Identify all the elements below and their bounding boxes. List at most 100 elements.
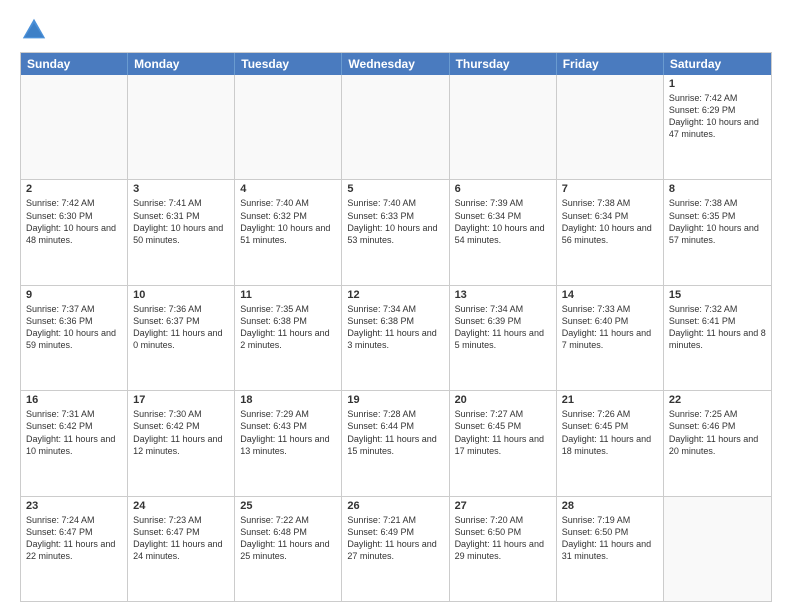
cell-info: Sunrise: 7:42 AM Sunset: 6:29 PM Dayligh… <box>669 92 766 141</box>
cal-cell: 2 Sunrise: 7:42 AM Sunset: 6:30 PM Daylig… <box>21 180 128 284</box>
cal-cell <box>450 75 557 179</box>
cal-cell: 15 Sunrise: 7:32 AM Sunset: 6:41 PM Dayli… <box>664 286 771 390</box>
cell-info: Sunrise: 7:28 AM Sunset: 6:44 PM Dayligh… <box>347 408 443 457</box>
header-day-sunday: Sunday <box>21 53 128 75</box>
cell-info: Sunrise: 7:35 AM Sunset: 6:38 PM Dayligh… <box>240 303 336 352</box>
cell-info: Sunrise: 7:38 AM Sunset: 6:34 PM Dayligh… <box>562 197 658 246</box>
cal-cell: 10Sunrise: 7:36 AM Sunset: 6:37 PM Dayli… <box>128 286 235 390</box>
cell-info: Sunrise: 7:25 AM Sunset: 6:46 PM Dayligh… <box>669 408 766 457</box>
cell-info: Sunrise: 7:41 AM Sunset: 6:31 PM Dayligh… <box>133 197 229 246</box>
cal-cell: 26 Sunrise: 7:21 AM Sunset: 6:49 PM Dayli… <box>342 497 449 601</box>
day-number: 12 <box>347 289 443 301</box>
day-number: 5 <box>347 183 443 195</box>
day-number: 6 <box>455 183 551 195</box>
cal-cell <box>235 75 342 179</box>
day-number: 7 <box>562 183 658 195</box>
calendar-header: SundayMondayTuesdayWednesdayThursdayFrid… <box>21 53 771 75</box>
cal-cell: 16Sunrise: 7:31 AM Sunset: 6:42 PM Dayli… <box>21 391 128 495</box>
day-number: 24 <box>133 500 229 512</box>
cal-cell: 27 Sunrise: 7:20 AM Sunset: 6:50 PM Dayli… <box>450 497 557 601</box>
day-number: 9 <box>26 289 122 301</box>
logo-icon <box>20 16 48 44</box>
week-row-4: 23 Sunrise: 7:24 AM Sunset: 6:47 PM Dayli… <box>21 496 771 601</box>
day-number: 18 <box>240 394 336 406</box>
cal-cell: 20Sunrise: 7:27 AM Sunset: 6:45 PM Dayli… <box>450 391 557 495</box>
cell-info: Sunrise: 7:24 AM Sunset: 6:47 PM Dayligh… <box>26 514 122 563</box>
cal-cell: 7 Sunrise: 7:38 AM Sunset: 6:34 PM Daylig… <box>557 180 664 284</box>
cell-info: Sunrise: 7:27 AM Sunset: 6:45 PM Dayligh… <box>455 408 551 457</box>
cal-cell: 25 Sunrise: 7:22 AM Sunset: 6:48 PM Dayli… <box>235 497 342 601</box>
cal-cell: 13 Sunrise: 7:34 AM Sunset: 6:39 PM Dayli… <box>450 286 557 390</box>
day-number: 17 <box>133 394 229 406</box>
day-number: 1 <box>669 78 766 90</box>
cal-cell: 24Sunrise: 7:23 AM Sunset: 6:47 PM Dayli… <box>128 497 235 601</box>
cell-info: Sunrise: 7:42 AM Sunset: 6:30 PM Dayligh… <box>26 197 122 246</box>
day-number: 11 <box>240 289 336 301</box>
cal-cell: 28 Sunrise: 7:19 AM Sunset: 6:50 PM Dayli… <box>557 497 664 601</box>
day-number: 26 <box>347 500 443 512</box>
cal-cell: 4 Sunrise: 7:40 AM Sunset: 6:32 PM Daylig… <box>235 180 342 284</box>
header-day-monday: Monday <box>128 53 235 75</box>
header <box>20 16 772 44</box>
cell-info: Sunrise: 7:39 AM Sunset: 6:34 PM Dayligh… <box>455 197 551 246</box>
week-row-0: 1 Sunrise: 7:42 AM Sunset: 6:29 PM Daylig… <box>21 75 771 179</box>
cal-cell: 8 Sunrise: 7:38 AM Sunset: 6:35 PM Daylig… <box>664 180 771 284</box>
week-row-3: 16Sunrise: 7:31 AM Sunset: 6:42 PM Dayli… <box>21 390 771 495</box>
cell-info: Sunrise: 7:31 AM Sunset: 6:42 PM Dayligh… <box>26 408 122 457</box>
cal-cell: 14 Sunrise: 7:33 AM Sunset: 6:40 PM Dayli… <box>557 286 664 390</box>
cal-cell <box>664 497 771 601</box>
cell-info: Sunrise: 7:22 AM Sunset: 6:48 PM Dayligh… <box>240 514 336 563</box>
cell-info: Sunrise: 7:34 AM Sunset: 6:39 PM Dayligh… <box>455 303 551 352</box>
header-day-tuesday: Tuesday <box>235 53 342 75</box>
cal-cell: 3 Sunrise: 7:41 AM Sunset: 6:31 PM Daylig… <box>128 180 235 284</box>
day-number: 23 <box>26 500 122 512</box>
day-number: 2 <box>26 183 122 195</box>
cell-info: Sunrise: 7:40 AM Sunset: 6:32 PM Dayligh… <box>240 197 336 246</box>
cell-info: Sunrise: 7:38 AM Sunset: 6:35 PM Dayligh… <box>669 197 766 246</box>
cal-cell: 12 Sunrise: 7:34 AM Sunset: 6:38 PM Dayli… <box>342 286 449 390</box>
cal-cell: 23 Sunrise: 7:24 AM Sunset: 6:47 PM Dayli… <box>21 497 128 601</box>
cal-cell: 11 Sunrise: 7:35 AM Sunset: 6:38 PM Dayli… <box>235 286 342 390</box>
cell-info: Sunrise: 7:40 AM Sunset: 6:33 PM Dayligh… <box>347 197 443 246</box>
day-number: 15 <box>669 289 766 301</box>
cal-cell: 5 Sunrise: 7:40 AM Sunset: 6:33 PM Daylig… <box>342 180 449 284</box>
day-number: 28 <box>562 500 658 512</box>
cell-info: Sunrise: 7:36 AM Sunset: 6:37 PM Dayligh… <box>133 303 229 352</box>
cal-cell: 19 Sunrise: 7:28 AM Sunset: 6:44 PM Dayli… <box>342 391 449 495</box>
day-number: 14 <box>562 289 658 301</box>
cal-cell: 17Sunrise: 7:30 AM Sunset: 6:42 PM Dayli… <box>128 391 235 495</box>
calendar-body: 1 Sunrise: 7:42 AM Sunset: 6:29 PM Daylig… <box>21 75 771 601</box>
cell-info: Sunrise: 7:19 AM Sunset: 6:50 PM Dayligh… <box>562 514 658 563</box>
cal-cell: 1 Sunrise: 7:42 AM Sunset: 6:29 PM Daylig… <box>664 75 771 179</box>
cal-cell: 9 Sunrise: 7:37 AM Sunset: 6:36 PM Daylig… <box>21 286 128 390</box>
cell-info: Sunrise: 7:20 AM Sunset: 6:50 PM Dayligh… <box>455 514 551 563</box>
cell-info: Sunrise: 7:34 AM Sunset: 6:38 PM Dayligh… <box>347 303 443 352</box>
week-row-2: 9 Sunrise: 7:37 AM Sunset: 6:36 PM Daylig… <box>21 285 771 390</box>
day-number: 8 <box>669 183 766 195</box>
cell-info: Sunrise: 7:29 AM Sunset: 6:43 PM Dayligh… <box>240 408 336 457</box>
day-number: 27 <box>455 500 551 512</box>
cal-cell <box>557 75 664 179</box>
calendar: SundayMondayTuesdayWednesdayThursdayFrid… <box>20 52 772 602</box>
cell-info: Sunrise: 7:26 AM Sunset: 6:45 PM Dayligh… <box>562 408 658 457</box>
day-number: 13 <box>455 289 551 301</box>
week-row-1: 2 Sunrise: 7:42 AM Sunset: 6:30 PM Daylig… <box>21 179 771 284</box>
header-day-wednesday: Wednesday <box>342 53 449 75</box>
cal-cell: 18 Sunrise: 7:29 AM Sunset: 6:43 PM Dayli… <box>235 391 342 495</box>
cell-info: Sunrise: 7:32 AM Sunset: 6:41 PM Dayligh… <box>669 303 766 352</box>
day-number: 19 <box>347 394 443 406</box>
cal-cell <box>342 75 449 179</box>
cell-info: Sunrise: 7:37 AM Sunset: 6:36 PM Dayligh… <box>26 303 122 352</box>
day-number: 22 <box>669 394 766 406</box>
day-number: 4 <box>240 183 336 195</box>
logo <box>20 16 50 44</box>
cell-info: Sunrise: 7:33 AM Sunset: 6:40 PM Dayligh… <box>562 303 658 352</box>
header-day-thursday: Thursday <box>450 53 557 75</box>
cal-cell: 21Sunrise: 7:26 AM Sunset: 6:45 PM Dayli… <box>557 391 664 495</box>
cal-cell: 6 Sunrise: 7:39 AM Sunset: 6:34 PM Daylig… <box>450 180 557 284</box>
day-number: 25 <box>240 500 336 512</box>
cell-info: Sunrise: 7:21 AM Sunset: 6:49 PM Dayligh… <box>347 514 443 563</box>
header-day-friday: Friday <box>557 53 664 75</box>
day-number: 3 <box>133 183 229 195</box>
cal-cell: 22 Sunrise: 7:25 AM Sunset: 6:46 PM Dayli… <box>664 391 771 495</box>
